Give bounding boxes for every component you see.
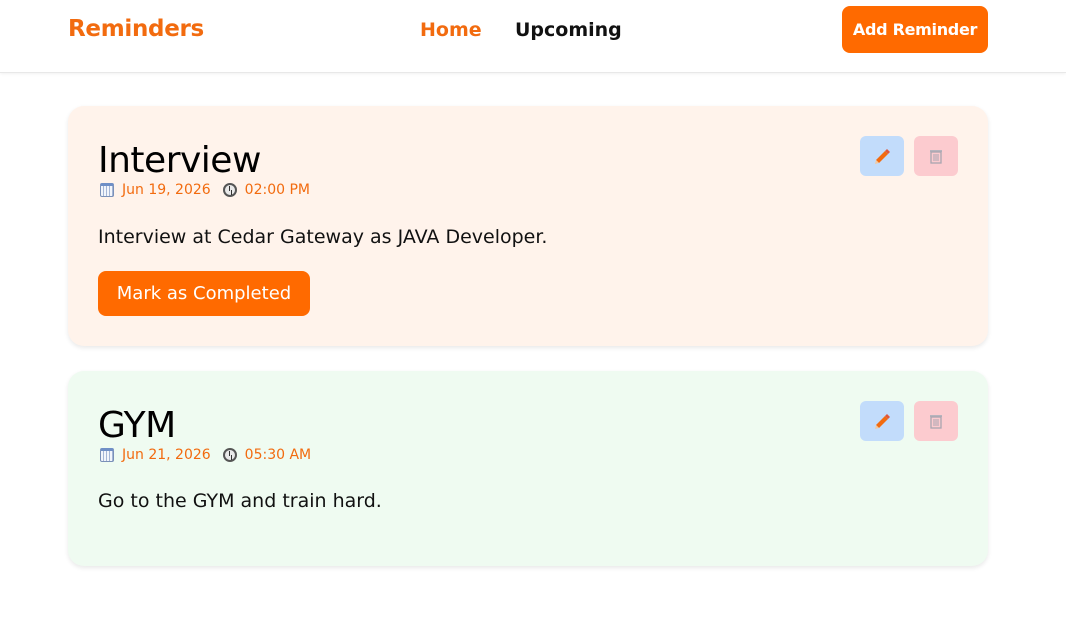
trash-icon xyxy=(930,150,942,164)
calendar-icon xyxy=(100,448,114,462)
reminder-card: GYM Jun 21, 2026 05:30 AM Go to the GYM … xyxy=(68,371,988,566)
brand-logo[interactable]: Reminders xyxy=(68,16,204,42)
clock-icon xyxy=(222,183,237,197)
delete-button[interactable] xyxy=(914,136,958,176)
nav-link-home[interactable]: Home xyxy=(420,19,482,41)
pencil-icon xyxy=(875,414,890,429)
clock-icon xyxy=(222,448,237,462)
pencil-icon xyxy=(875,149,890,164)
calendar-icon xyxy=(100,183,114,197)
reminder-title: Interview xyxy=(98,140,261,181)
reminder-meta: Jun 19, 2026 02:00 PM xyxy=(100,182,310,198)
reminder-card: Interview Jun 19, 2026 02:00 PM Intervie… xyxy=(68,106,988,346)
reminder-time: 05:30 AM xyxy=(244,447,312,463)
reminder-meta: Jun 21, 2026 05:30 AM xyxy=(100,447,311,463)
add-reminder-button[interactable]: Add Reminder xyxy=(842,6,988,53)
trash-icon xyxy=(930,415,942,429)
reminder-date: Jun 21, 2026 xyxy=(122,447,211,463)
edit-button[interactable] xyxy=(860,401,904,441)
reminder-description: Go to the GYM and train hard. xyxy=(98,490,382,512)
navbar: Reminders Home Upcoming Add Reminder xyxy=(0,0,1066,73)
delete-button[interactable] xyxy=(914,401,958,441)
edit-button[interactable] xyxy=(860,136,904,176)
reminder-time: 02:00 PM xyxy=(244,182,310,198)
mark-completed-button[interactable]: Mark as Completed xyxy=(98,271,310,316)
nav-link-upcoming[interactable]: Upcoming xyxy=(515,19,622,41)
reminder-title: GYM xyxy=(98,405,176,446)
reminder-date: Jun 19, 2026 xyxy=(122,182,211,198)
reminder-description: Interview at Cedar Gateway as JAVA Devel… xyxy=(98,226,548,248)
